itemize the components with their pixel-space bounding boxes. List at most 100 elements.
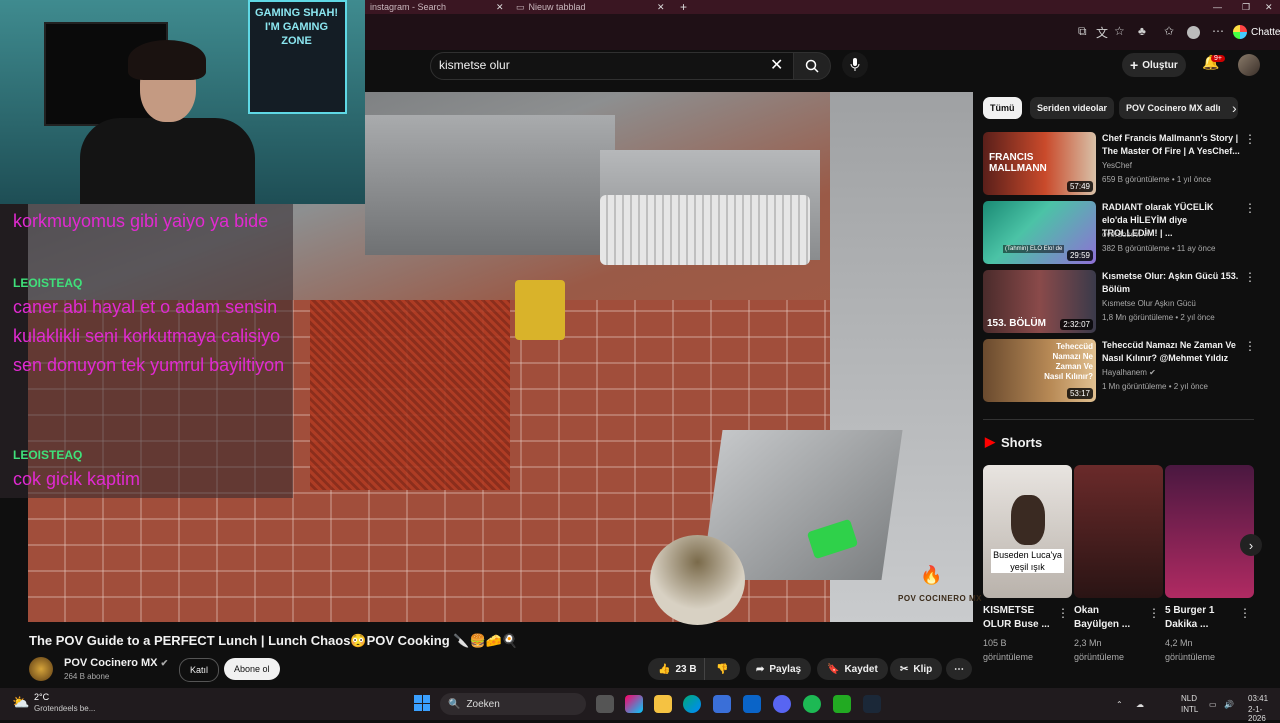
subscribe-button[interactable]: Abone ol (224, 658, 280, 680)
rec-thumbnail[interactable]: (Tahmin) ELO Elo! de 29:59 (983, 201, 1096, 264)
tab-close-icon[interactable]: ✕ (496, 0, 504, 14)
new-tab-plus-icon[interactable]: + (680, 0, 687, 14)
app-icon[interactable] (833, 695, 851, 713)
rec-channel[interactable]: Kısmetse Olur Aşkın Gücü (1102, 299, 1196, 308)
copilot-icon[interactable] (625, 695, 643, 713)
task-view-icon[interactable] (596, 695, 614, 713)
rec-meta: 1 Mn görüntüleme • 2 yıl önce (1102, 382, 1208, 391)
shorts-heading-text: Shorts (1001, 434, 1043, 450)
weather-temp[interactable]: 2°C (34, 692, 49, 702)
edge-browser-icon[interactable] (683, 695, 701, 713)
spotify-icon[interactable] (803, 695, 821, 713)
chip-channel[interactable]: POV Cocinero MX adlı (1119, 97, 1238, 119)
short-title[interactable]: KISMETSE OLUR Buse ... (983, 604, 1055, 632)
install-app-icon[interactable]: ⧉ (1078, 24, 1087, 39)
maximize-icon[interactable]: ❐ (1242, 0, 1250, 14)
chevron-right-icon: › (1248, 537, 1254, 553)
discord-icon[interactable] (773, 695, 791, 713)
clock-time[interactable]: 03:41 (1248, 694, 1268, 703)
file-explorer-icon[interactable] (654, 695, 672, 713)
star-icon[interactable]: ☆ (1114, 24, 1125, 38)
create-button[interactable]: + Oluştur (1122, 53, 1186, 77)
tray-chevron-up-icon[interactable]: ⌃ (1116, 700, 1123, 709)
weather-desc[interactable]: Grotendeels be... (34, 704, 95, 713)
notification-badge: 9+ (1211, 55, 1225, 62)
profile-avatar[interactable] (1187, 26, 1200, 39)
kebab-menu-icon[interactable]: ⋮ (1244, 339, 1256, 353)
thumbs-down-icon: 👎 (716, 663, 729, 675)
kebab-menu-icon[interactable]: ⋮ (1244, 270, 1256, 284)
short-title[interactable]: Okan Bayülgen ... (1074, 604, 1146, 632)
shorts-next-button[interactable]: › (1240, 534, 1262, 556)
thumb-text: 153. BÖLÜM (987, 318, 1046, 329)
kebab-menu-icon[interactable]: ⋮ (1148, 606, 1160, 620)
rec-channel[interactable]: YesChef (1102, 161, 1132, 170)
duration-badge: 57:49 (1066, 181, 1093, 192)
short-thumbnail[interactable] (1074, 465, 1163, 598)
duration-badge: 53:17 (1066, 388, 1093, 399)
join-button[interactable]: Katıl (179, 658, 220, 682)
tab-close-icon[interactable]: ✕ (657, 0, 665, 14)
channel-avatar[interactable] (29, 657, 53, 681)
rec-title[interactable]: Kısmetse Olur: Aşkın Gücü 153. Bölüm (1102, 270, 1240, 296)
voice-search-button[interactable] (842, 52, 868, 78)
short-views: 105 B görüntüleme (983, 638, 1034, 662)
rec-channel-text: overdosevi (1102, 230, 1141, 239)
input-layout[interactable]: INTL (1181, 705, 1198, 714)
rec-title[interactable]: Teheccüd Namazı Ne Zaman Ve Nasıl Kılını… (1102, 339, 1240, 365)
dislike-button[interactable]: 👎 (704, 658, 740, 680)
volume-icon[interactable]: 🔊 (1224, 700, 1234, 709)
channel-name-text: POV Cocinero MX (64, 657, 158, 669)
account-avatar[interactable] (1238, 54, 1260, 76)
chip-series[interactable]: Seriden videolar (1030, 97, 1115, 119)
outlook-icon[interactable] (743, 695, 761, 713)
input-language[interactable]: NLD (1181, 694, 1197, 703)
tab-instagram[interactable]: instagram - Search (370, 0, 446, 14)
search-button[interactable] (793, 52, 831, 80)
save-button[interactable]: 🔖 Kaydet (817, 658, 888, 680)
rec-thumbnail[interactable]: FRANCIS MALLMANN 57:49 (983, 132, 1096, 195)
more-actions-button[interactable]: ⋯ (946, 658, 972, 680)
rec-channel[interactable]: overdosevi ✔ (1102, 230, 1150, 239)
favorites-icon[interactable]: ✩ (1164, 24, 1174, 38)
cloud-icon[interactable]: ☁ (1136, 700, 1144, 709)
short-views: 4,2 Mn görüntüleme (1165, 638, 1216, 662)
video-scene-plates (600, 195, 810, 265)
short-thumbnail[interactable]: Buseden Luca'ya yeşil ışık (983, 465, 1072, 598)
tab-new[interactable]: ▭ Nieuw tabblad (516, 0, 586, 14)
verified-icon: ✔ (160, 658, 169, 668)
taskbar-search[interactable]: 🔍 Zoeken (440, 693, 586, 715)
translate-icon[interactable]: 文 (1096, 24, 1108, 41)
kebab-menu-icon[interactable]: ⋮ (1244, 132, 1256, 146)
more-menu-icon[interactable]: ⋯ (1212, 24, 1224, 38)
clip-button[interactable]: ✂ Klip (890, 658, 943, 680)
rec-thumbnail[interactable]: 153. BÖLÜM 2:32:07 (983, 270, 1096, 333)
kebab-menu-icon[interactable]: ⋮ (1057, 606, 1069, 620)
like-count: 23 B (675, 663, 697, 675)
kebab-menu-icon[interactable]: ⋮ (1239, 606, 1251, 620)
store-icon[interactable] (713, 695, 731, 713)
rec-channel[interactable]: Hayalhanem ✔ (1102, 368, 1156, 377)
kebab-menu-icon[interactable]: ⋮ (1244, 201, 1256, 215)
chat-message: korkmuyomus gibi yaiyo ya bide (13, 211, 269, 231)
search-query-text[interactable]: kismetse olur (439, 58, 510, 72)
short-title[interactable]: 5 Burger 1 Dakika ... (1165, 604, 1237, 632)
clip-label: Klip (913, 663, 933, 675)
chip-all[interactable]: Tümü (983, 97, 1022, 119)
rec-thumbnail[interactable]: Teheccüd Namazı Ne Zaman Ve Nasıl Kılını… (983, 339, 1096, 402)
channel-name[interactable]: POV Cocinero MX ✔ (64, 657, 168, 669)
chatter-button[interactable]: Chatter (1233, 20, 1280, 44)
extension-icon[interactable]: ♣ (1138, 24, 1146, 38)
weather-icon[interactable]: ⛅ (12, 694, 29, 711)
clock-date[interactable]: 2-1-2026 (1248, 705, 1280, 723)
short-thumbnail[interactable] (1165, 465, 1254, 598)
steam-icon[interactable] (863, 695, 881, 713)
close-window-icon[interactable]: ✕ (1265, 0, 1273, 14)
chevron-right-icon[interactable]: › (1232, 100, 1237, 116)
monitor-icon[interactable]: ▭ (1209, 700, 1217, 709)
minimize-icon[interactable]: — (1213, 0, 1222, 14)
clear-search-icon[interactable]: ✕ (770, 55, 783, 75)
rec-title[interactable]: Chef Francis Mallmann's Story | The Mast… (1102, 132, 1240, 158)
start-button[interactable] (414, 695, 430, 711)
share-button[interactable]: ➦ Paylaş (746, 658, 812, 680)
